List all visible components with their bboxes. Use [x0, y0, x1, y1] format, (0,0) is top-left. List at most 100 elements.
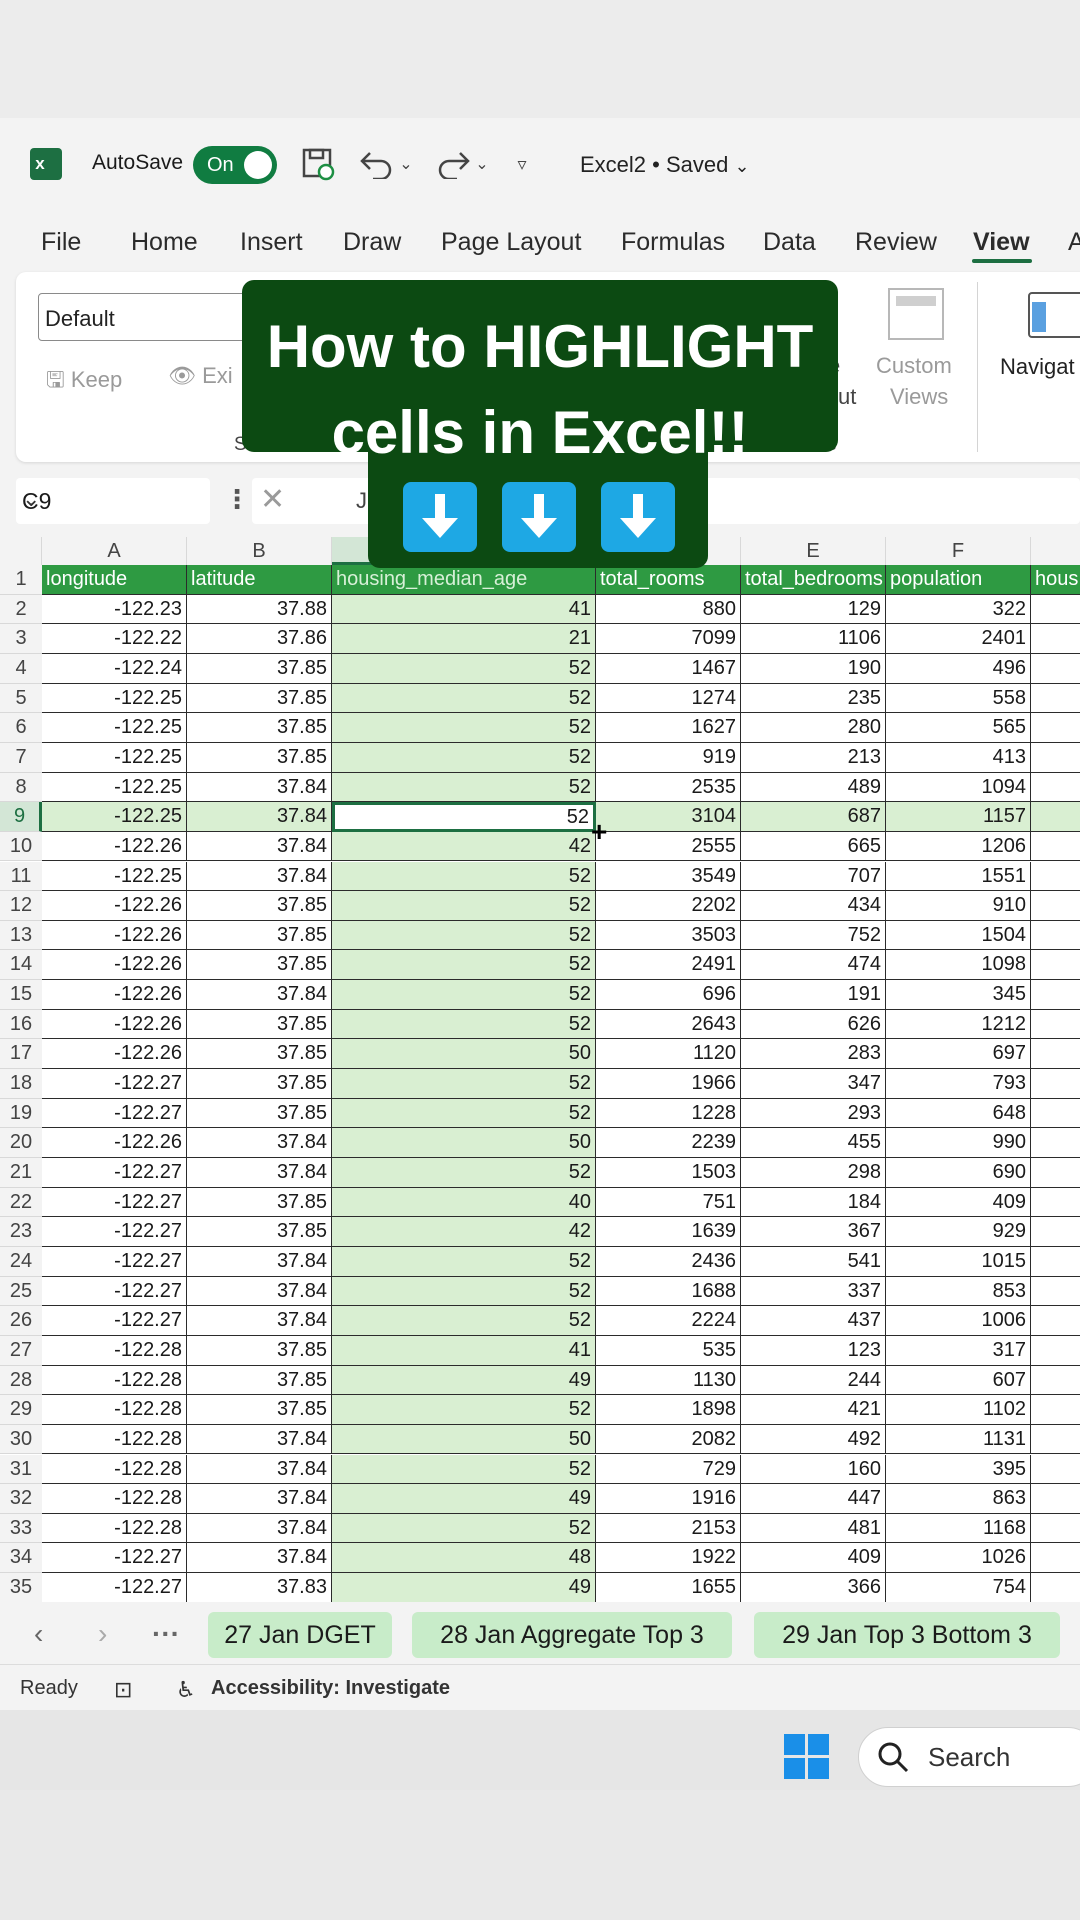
data-cell[interactable]: 37.85: [187, 1039, 332, 1070]
menu-view[interactable]: View: [973, 228, 1030, 257]
data-cell[interactable]: 191: [741, 980, 886, 1010]
column-header[interactable]: B: [187, 537, 332, 565]
data-cell[interactable]: [1031, 1573, 1080, 1602]
data-cell[interactable]: 37.84: [187, 1276, 332, 1307]
data-cell[interactable]: 41: [332, 1335, 596, 1366]
data-cell[interactable]: -122.25: [42, 683, 187, 714]
data-cell[interactable]: [1031, 1395, 1080, 1425]
data-cell[interactable]: 48: [332, 1543, 596, 1574]
data-cell[interactable]: [1031, 921, 1080, 951]
data-cell[interactable]: 2224: [596, 1306, 741, 1336]
row-header[interactable]: 26: [0, 1306, 42, 1336]
data-cell[interactable]: 244: [741, 1365, 886, 1396]
data-cell[interactable]: 52: [332, 742, 596, 773]
data-cell[interactable]: 1006: [886, 1306, 1031, 1336]
data-cell[interactable]: 1094: [886, 772, 1031, 803]
data-cell[interactable]: 1274: [596, 683, 741, 714]
menu-home[interactable]: Home: [131, 228, 198, 257]
data-cell[interactable]: [1031, 1188, 1080, 1218]
data-cell[interactable]: 49: [332, 1573, 596, 1602]
data-cell[interactable]: 37.84: [187, 861, 332, 892]
data-cell[interactable]: 37.85: [187, 683, 332, 714]
data-cell[interactable]: [1031, 1514, 1080, 1544]
row-header[interactable]: 3: [0, 624, 42, 654]
data-cell[interactable]: [1031, 1069, 1080, 1099]
data-cell[interactable]: 697: [886, 1039, 1031, 1070]
undo-dropdown-icon[interactable]: ⌄: [398, 146, 414, 182]
more-sheets-icon[interactable]: ···: [152, 1618, 180, 1650]
document-title[interactable]: Excel2 • Saved ⌄: [580, 152, 750, 178]
column-header[interactable]: F: [886, 537, 1031, 565]
row-header[interactable]: 28: [0, 1365, 42, 1396]
data-cell[interactable]: 1131: [886, 1424, 1031, 1455]
data-cell[interactable]: 52: [332, 1098, 596, 1129]
header-cell[interactable]: hous: [1031, 565, 1080, 595]
data-cell[interactable]: 52: [332, 920, 596, 951]
header-cell[interactable]: total_rooms: [596, 565, 741, 595]
data-cell[interactable]: 50: [332, 1424, 596, 1455]
row-header[interactable]: 19: [0, 1098, 42, 1129]
data-cell[interactable]: -122.26: [42, 1009, 187, 1040]
data-cell[interactable]: 37.85: [187, 742, 332, 773]
data-cell[interactable]: 366: [741, 1573, 886, 1602]
data-cell[interactable]: 929: [886, 1217, 1031, 1247]
data-cell[interactable]: -122.27: [42, 1217, 187, 1247]
data-cell[interactable]: 2082: [596, 1424, 741, 1455]
row-header[interactable]: 12: [0, 891, 42, 921]
data-cell[interactable]: 37.85: [187, 713, 332, 743]
data-cell[interactable]: 1106: [741, 624, 886, 654]
data-cell[interactable]: 2436: [596, 1246, 741, 1277]
data-cell[interactable]: 1206: [886, 831, 1031, 862]
data-cell[interactable]: [1031, 1336, 1080, 1366]
data-cell[interactable]: 2491: [596, 950, 741, 981]
data-cell[interactable]: -122.27: [42, 1158, 187, 1188]
data-cell[interactable]: 687: [741, 802, 886, 832]
column-header[interactable]: [1031, 537, 1080, 565]
data-cell[interactable]: 37.85: [187, 891, 332, 921]
data-cell[interactable]: [1031, 980, 1080, 1010]
data-cell[interactable]: -122.26: [42, 1128, 187, 1158]
data-cell[interactable]: -122.26: [42, 920, 187, 951]
data-cell[interactable]: 1966: [596, 1069, 741, 1099]
data-cell[interactable]: 413: [886, 742, 1031, 773]
data-cell[interactable]: 752: [741, 920, 886, 951]
redo-icon[interactable]: [432, 146, 476, 182]
data-cell[interactable]: 535: [596, 1335, 741, 1366]
data-cell[interactable]: 447: [741, 1484, 886, 1514]
row-header[interactable]: 16: [0, 1009, 42, 1040]
data-cell[interactable]: 367: [741, 1217, 886, 1247]
data-cell[interactable]: 337: [741, 1276, 886, 1307]
data-cell[interactable]: 2153: [596, 1513, 741, 1544]
data-cell[interactable]: 21: [332, 624, 596, 654]
data-cell[interactable]: 37.84: [187, 772, 332, 803]
data-cell[interactable]: [1031, 1247, 1080, 1277]
row-header[interactable]: 10: [0, 831, 42, 862]
data-cell[interactable]: 37.85: [187, 1365, 332, 1396]
data-cell[interactable]: [1031, 862, 1080, 892]
column-header[interactable]: E: [741, 537, 886, 565]
sheet-tab[interactable]: 27 Jan DGET: [208, 1612, 392, 1658]
data-cell[interactable]: 409: [741, 1543, 886, 1574]
data-cell[interactable]: 1168: [886, 1513, 1031, 1544]
data-cell[interactable]: -122.27: [42, 1246, 187, 1277]
row-header[interactable]: 22: [0, 1187, 42, 1218]
data-cell[interactable]: 37.88: [187, 594, 332, 625]
data-cell[interactable]: [1031, 595, 1080, 625]
undo-icon[interactable]: [354, 146, 398, 182]
data-cell[interactable]: [1031, 1543, 1080, 1574]
data-cell[interactable]: 496: [886, 653, 1031, 684]
data-cell[interactable]: 1551: [886, 861, 1031, 892]
data-cell[interactable]: -122.28: [42, 1335, 187, 1366]
data-cell[interactable]: 1228: [596, 1098, 741, 1129]
data-cell[interactable]: 1922: [596, 1543, 741, 1574]
data-cell[interactable]: 52: [332, 1158, 596, 1188]
data-cell[interactable]: [1031, 950, 1080, 981]
row-header[interactable]: 14: [0, 950, 42, 981]
data-cell[interactable]: 37.85: [187, 950, 332, 981]
data-cell[interactable]: -122.25: [42, 713, 187, 743]
data-cell[interactable]: -122.26: [42, 980, 187, 1010]
row-header[interactable]: 11: [0, 861, 42, 892]
row-header[interactable]: 32: [0, 1484, 42, 1514]
data-cell[interactable]: [1031, 1425, 1080, 1455]
data-cell[interactable]: 123: [741, 1335, 886, 1366]
